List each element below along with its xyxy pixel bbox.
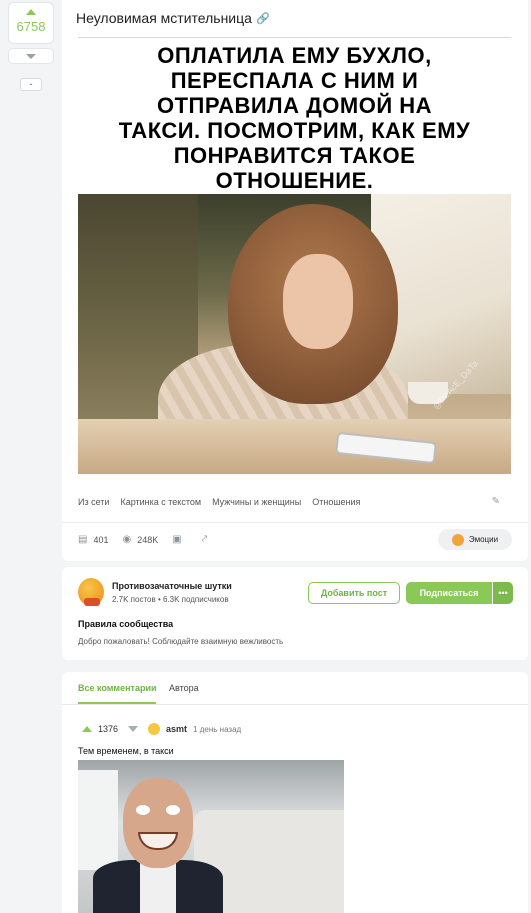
comment-header: 1376 asmt 1 день назад — [82, 723, 241, 735]
avatar[interactable] — [148, 723, 161, 735]
views-stat: ◉ 248K — [122, 534, 158, 545]
comment-image[interactable] — [78, 760, 344, 913]
upvote-button[interactable]: 6758 — [8, 2, 54, 44]
tag-list: Из сети Картинка с текстом Мужчины и жен… — [78, 497, 360, 507]
rules-text: Добро пожаловать! Соблюдайте взаимную ве… — [78, 637, 284, 646]
tag[interactable]: Из сети — [78, 497, 109, 507]
emotions-button[interactable]: Эмоции — [438, 529, 512, 550]
comment-upvote-icon[interactable] — [82, 726, 92, 732]
downvote-button[interactable] — [8, 48, 54, 64]
emotions-label: Эмоции — [468, 535, 499, 544]
community-card: Противозачаточные шутки 2.7K постов • 6.… — [62, 567, 528, 660]
comments-count: 401 — [93, 534, 109, 545]
share-icon: ⤤ — [201, 534, 208, 545]
share-button[interactable]: ⤤ — [202, 534, 214, 545]
save-button[interactable]: ▣ — [172, 534, 187, 545]
eye-icon: ◉ — [122, 534, 132, 545]
tab-all-comments[interactable]: Все комментарии — [78, 683, 157, 693]
title-divider — [78, 37, 511, 38]
photo-face — [283, 254, 353, 349]
save-icon: ▣ — [172, 534, 182, 545]
comment-rating: 1376 — [98, 724, 119, 734]
meme-line: ПОНРАВИТСЯ ТАКОЕ — [173, 142, 416, 168]
post-title[interactable]: Неуловимая мстительница — [76, 10, 252, 26]
post-image[interactable]: ОПЛАТИЛА ЕМУ БУХЛО, ПЕРЕСПАЛА С НИМ И ОТ… — [78, 41, 511, 479]
post-stats: ▤ 401 ◉ 248K ▣ ⤤ — [78, 534, 227, 545]
footer-divider — [62, 522, 528, 523]
collapse-button[interactable]: - — [20, 78, 42, 91]
comment-downvote-icon[interactable] — [128, 726, 139, 732]
pencil-icon[interactable]: ✎ — [492, 496, 500, 507]
subscribe-button[interactable]: Подписаться — [406, 582, 492, 604]
community-stats: 2.7K постов • 6.3K подписчиков — [112, 595, 229, 604]
meme-line: ПЕРЕСПАЛА С НИМ И — [170, 67, 419, 93]
tag[interactable]: Отношения — [312, 497, 360, 507]
meme-line: ТАКСИ. ПОСМОТРИМ, КАК ЕМУ — [118, 117, 471, 143]
page: 6758 - Неуловимая мстительница 🔗 ОПЛАТИЛ… — [0, 0, 531, 913]
views-count: 248K — [137, 534, 159, 545]
meme-line: ОПЛАТИЛА ЕМУ БУХЛО, — [157, 42, 432, 68]
community-avatar[interactable] — [78, 578, 104, 606]
vote-rail: 6758 - — [0, 0, 62, 913]
comment-username[interactable]: asmt — [166, 724, 187, 734]
link-icon[interactable]: 🔗 — [256, 12, 270, 25]
comments-card: Все комментарии Автора 1376 asmt 1 день … — [62, 672, 528, 913]
rules-title: Правила сообщества — [78, 619, 174, 629]
man-eyes — [136, 805, 180, 815]
meme-caption: ОПЛАТИЛА ЕМУ БУХЛО, ПЕРЕСПАЛА С НИМ И ОТ… — [78, 41, 511, 194]
community-name[interactable]: Противозачаточные шутки — [112, 581, 232, 591]
taxi-window — [78, 770, 118, 870]
tag[interactable]: Картинка с текстом — [120, 497, 201, 507]
comment-timestamp[interactable]: 1 день назад — [193, 725, 241, 734]
downvote-arrow-icon — [26, 54, 36, 59]
post-card: Неуловимая мстительница 🔗 ОПЛАТИЛА ЕМУ Б… — [62, 0, 528, 561]
tab-author-comments[interactable]: Автора — [169, 683, 199, 693]
tabs-divider — [62, 704, 528, 705]
more-options-button[interactable]: ••• — [493, 582, 513, 604]
man-face — [123, 778, 193, 868]
post-rating: 6758 — [16, 19, 46, 34]
photo-table — [78, 419, 511, 474]
woman-photo: @PeAcE_DaTa — [78, 194, 511, 474]
meme-line: ОТНОШЕНИЕ. — [215, 167, 374, 193]
comment-text: Тем временем, в такси — [78, 746, 174, 756]
meme-line: ОТПРАВИЛА ДОМОЙ НА — [156, 92, 433, 118]
emoji-icon — [451, 533, 464, 546]
comment-icon: ▤ — [78, 534, 88, 545]
upvote-arrow-icon — [26, 9, 36, 15]
tag[interactable]: Мужчины и женщины — [212, 497, 301, 507]
add-post-button[interactable]: Добавить пост — [308, 582, 400, 604]
comments-link[interactable]: ▤ 401 — [78, 534, 108, 545]
